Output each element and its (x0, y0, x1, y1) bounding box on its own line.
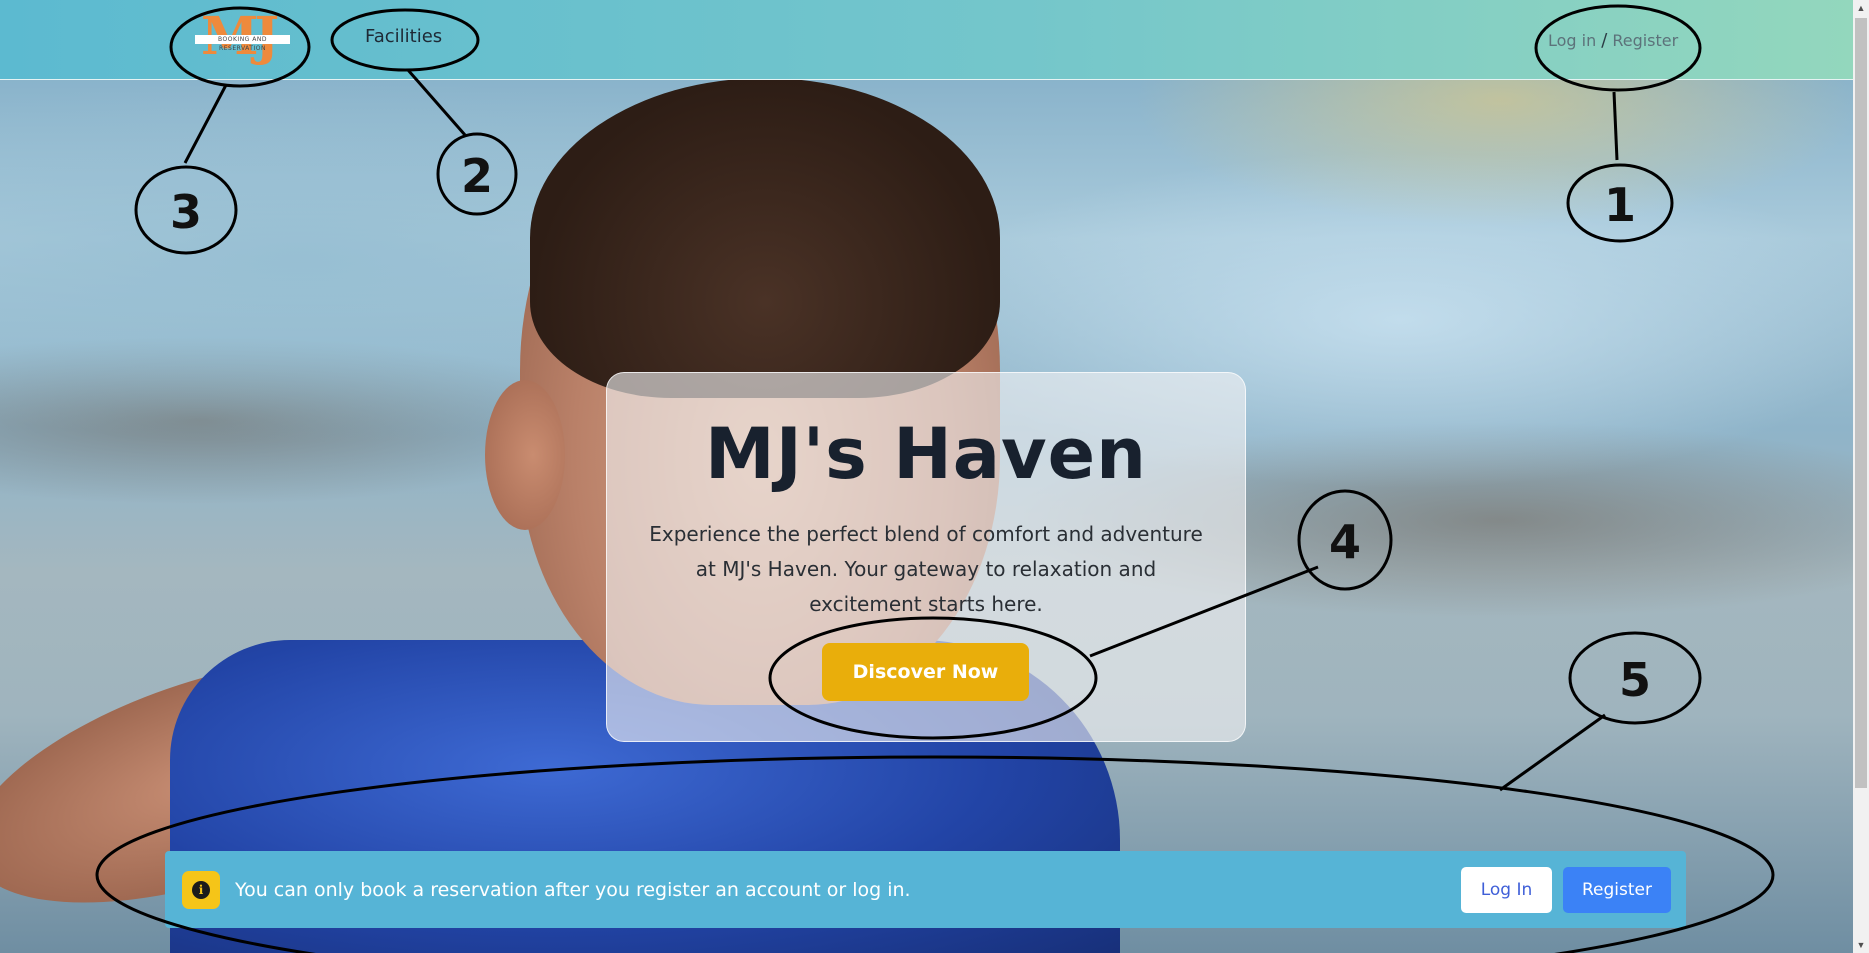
logo-tagline: BOOKING AND RESERVATION (195, 35, 290, 52)
background-child-ear (485, 380, 565, 530)
info-icon-glyph: i (192, 881, 210, 899)
hero-title: MJ's Haven (705, 413, 1147, 495)
reservation-notice-banner: i You can only book a reservation after … (165, 851, 1686, 928)
page-scrollbar-thumb[interactable] (1855, 18, 1867, 788)
login-link[interactable]: Log in (1548, 31, 1596, 50)
scroll-down-arrow-icon[interactable]: ▼ (1853, 937, 1869, 953)
register-link[interactable]: Register (1612, 31, 1678, 50)
auth-separator: / (1601, 30, 1608, 51)
hero-description: Experience the perfect blend of comfort … (649, 522, 1203, 616)
site-logo[interactable]: MJ BOOKING AND RESERVATION (195, 6, 290, 72)
notice-register-button[interactable]: Register (1563, 867, 1671, 913)
nav-facilities-link[interactable]: Facilities (365, 26, 442, 47)
background-child-hair (530, 78, 1000, 398)
hero-card: MJ's Haven Experience the perfect blend … (606, 372, 1246, 742)
notice-login-button[interactable]: Log In (1461, 867, 1552, 913)
discover-now-button[interactable]: Discover Now (822, 643, 1029, 701)
notice-message: You can only book a reservation after yo… (235, 879, 911, 901)
auth-links: Log in / Register (1548, 30, 1678, 51)
scroll-up-arrow-icon[interactable]: ▲ (1853, 0, 1869, 16)
top-navigation-bar: MJ BOOKING AND RESERVATION Facilities Lo… (0, 0, 1853, 80)
info-icon: i (182, 871, 220, 909)
